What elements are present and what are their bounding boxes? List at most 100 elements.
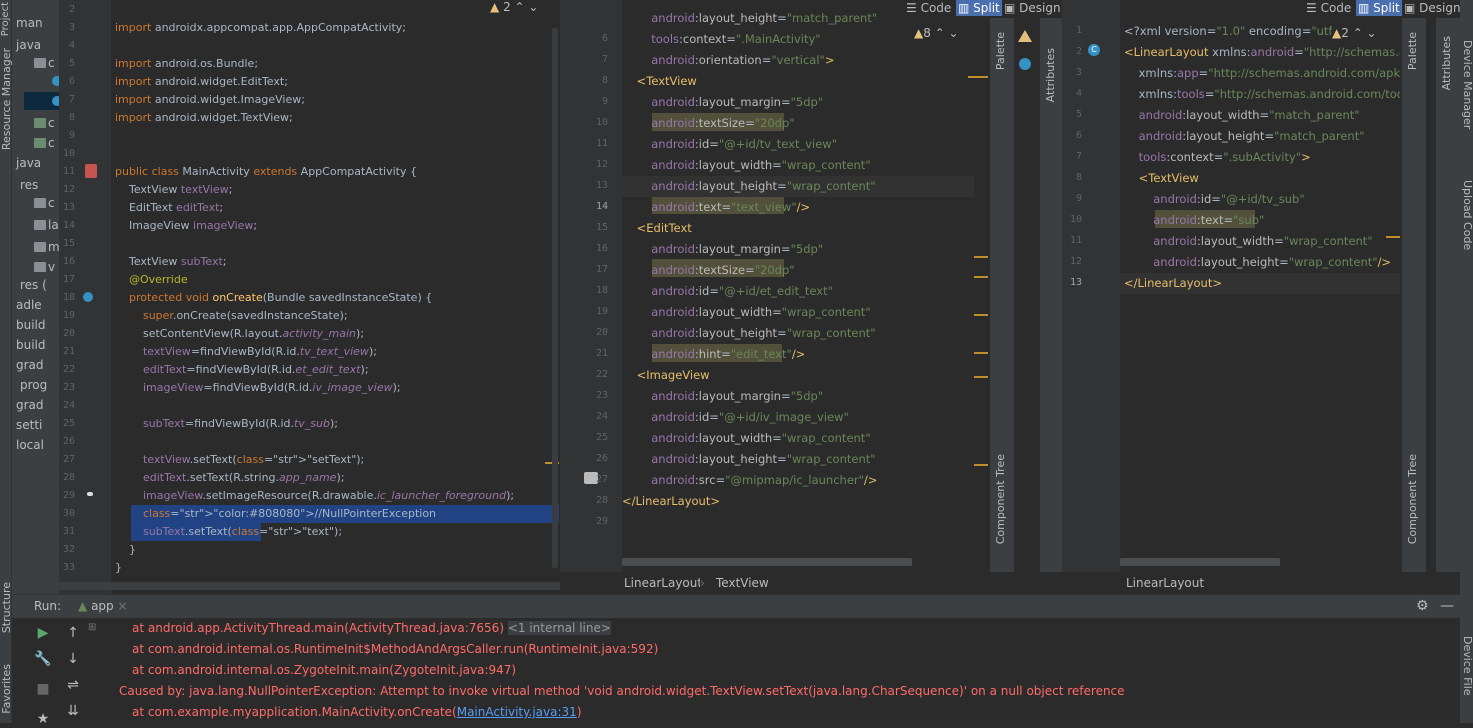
code-line: android:layout_width="wrap_content"	[651, 305, 871, 319]
minimize-icon[interactable]: —	[1440, 598, 1454, 614]
close-icon[interactable]: ×	[117, 599, 127, 613]
scroll-to-end-icon[interactable]: ⇊	[64, 702, 82, 720]
line-number: 15	[595, 221, 608, 233]
internal-line-fold[interactable]: <1 internal line>	[507, 621, 611, 635]
tree-item[interactable]: res	[12, 176, 38, 194]
editor3-breadcrumb-1[interactable]: LinearLayout	[1126, 572, 1205, 594]
warning-icon[interactable]	[1018, 30, 1032, 42]
run-console[interactable]: ▶ 🔧 ■ ★ ↑ ↓ ⇌ ⇊ ⊞ at android.app.Activit…	[12, 618, 1460, 727]
tree-item[interactable]: grad	[12, 356, 44, 374]
line-number: 8	[601, 74, 608, 86]
expand-icon[interactable]: ⊞	[88, 622, 96, 633]
code-line: android:layout_height="match_parent"	[1138, 129, 1365, 143]
left-tool-strip: Project Resource Manager Structure Favor…	[0, 0, 13, 723]
down-arrow-icon[interactable]: ↓	[64, 650, 82, 668]
palette-tool[interactable]: Palette	[994, 32, 1007, 70]
editor1-java[interactable]: ▲ 2 ⌃ ⌄ import androidx.appcompat.app.Ap…	[111, 0, 560, 594]
code-line: android:layout_width="wrap_content"	[651, 158, 871, 172]
attributes-tool[interactable]: Attributes	[1440, 36, 1453, 90]
device-manager-tool[interactable]: Device Manager	[1461, 40, 1473, 129]
source-link[interactable]: MainActivity.java:31	[457, 705, 577, 719]
code-line: android:text="sub"	[1153, 213, 1265, 227]
code-line: android:layout_width="match_parent"	[1138, 108, 1360, 122]
editor2-split-tab[interactable]: ▥ Split	[956, 0, 1002, 16]
editor2-breadcrumb-1[interactable]: LinearLayout	[624, 572, 703, 594]
stack-line: at com.android.internal.os.ZygoteInit.ma…	[132, 663, 517, 677]
code-line: setContentView(R.layout.activity_main);	[115, 327, 365, 340]
line-number: 6	[601, 32, 608, 44]
rerun-icon[interactable]: ▶	[34, 624, 52, 642]
pin-icon[interactable]: ★	[34, 710, 52, 728]
device-file-tool[interactable]: Device File	[1461, 636, 1473, 696]
android-icon: ▲	[78, 599, 88, 613]
editor3-hscroll[interactable]	[1120, 558, 1280, 566]
line-number: 20	[595, 326, 608, 338]
editor2-breadcrumb-2[interactable]: TextView	[716, 572, 769, 594]
line-number: 8	[68, 112, 75, 123]
up-arrow-icon[interactable]: ↑	[64, 624, 82, 642]
wrench-icon[interactable]: 🔧	[34, 650, 52, 668]
editor1-scrollbar[interactable]	[552, 28, 558, 568]
tree-item[interactable]: build	[12, 316, 46, 334]
tree-item[interactable]: adle	[12, 296, 42, 314]
tree-item[interactable]: man	[12, 14, 43, 32]
tree-item[interactable]: java	[12, 36, 41, 54]
code-line: </LinearLayout>	[1124, 276, 1222, 290]
tree-item[interactable]: res (	[12, 276, 47, 294]
editor2-hscroll[interactable]	[622, 558, 912, 566]
editor3-xml[interactable]: <?xml version="1.0" encoding="utf-8"?> <L…	[1120, 0, 1400, 572]
soft-wrap-icon[interactable]: ⇌	[64, 676, 82, 694]
line-number: 30	[62, 508, 75, 519]
split-tab-label: Split	[973, 1, 1000, 15]
line-number: 7	[68, 94, 75, 105]
code-line: subText=findViewById(R.id.tv_sub);	[142, 417, 338, 430]
editor3-warnings[interactable]: ▲2 ⌃ ⌄	[1332, 26, 1377, 40]
editor2-line-numbers: 6 7 8 9 10 11 12 13 14 15 16 17 18 19 20 21 22 23 24 25 26 27…	[560, 0, 622, 572]
info-icon[interactable]	[1019, 58, 1031, 70]
line-number: 24	[62, 400, 75, 411]
tree-item[interactable]: local	[12, 436, 44, 454]
gear-icon[interactable]: ⚙	[1416, 598, 1429, 614]
line-number: 14	[62, 220, 75, 231]
code-line: EditText editText;	[115, 201, 224, 214]
editor2-design-tab[interactable]: ▣ Design	[1004, 0, 1061, 16]
warning-marker	[974, 352, 988, 354]
editor1-warnings[interactable]: ▲ 2 ⌃ ⌄	[490, 0, 538, 14]
tree-item[interactable]: grad	[12, 396, 44, 414]
editor3-palette-strip: Palette Component Tree	[1402, 18, 1426, 572]
component-tree-tool[interactable]: Component Tree	[994, 454, 1007, 544]
upload-code-tool[interactable]: Upload Code	[1461, 180, 1473, 250]
tree-item[interactable]: setti	[12, 416, 42, 434]
editor3-line-numbers: 1 2 3 4 5 6 7 8 9 10 11 12 13	[1062, 0, 1120, 572]
breadcrumb-separator: ›	[700, 572, 705, 594]
line-number: 12	[62, 184, 75, 195]
editor3-split-tab[interactable]: ▥ Split	[1356, 0, 1402, 16]
code-line: android:layout_height="wrap_content"	[651, 452, 876, 466]
stop-icon[interactable]: ■	[34, 680, 52, 698]
editor3-code-tab[interactable]: ☰ Code	[1306, 0, 1351, 16]
tree-item[interactable]: build	[12, 336, 46, 354]
editor2-xml[interactable]: android:layout_height="match_parent" too…	[622, 0, 974, 572]
line-number: 12	[595, 158, 608, 170]
line-number: 11	[62, 166, 75, 177]
code-line: editText=findViewById(R.id.et_edit_text)…	[142, 363, 369, 376]
project-tool-label[interactable]: Project	[0, 2, 11, 36]
line-number: 10	[62, 148, 75, 159]
code-line: android:id="@+id/tv_sub"	[1153, 192, 1305, 206]
component-tree-tool[interactable]: Component Tree	[1406, 454, 1419, 544]
line-number: 9	[601, 95, 608, 107]
palette-tool[interactable]: Palette	[1406, 32, 1419, 70]
tree-item[interactable]: prog	[12, 376, 47, 394]
editor1-hscroll[interactable]	[30, 582, 560, 590]
editor2-warnings[interactable]: ▲8 ⌃ ⌄	[914, 26, 959, 40]
warning-marker	[974, 376, 988, 378]
editor2-code-tab[interactable]: ☰ Code	[906, 0, 951, 16]
run-tab-app[interactable]: ▲ app ×	[78, 599, 128, 613]
line-number: 29	[62, 490, 75, 501]
tree-item[interactable]: java	[12, 154, 41, 172]
code-line: android:hint="edit_text"/>	[651, 347, 806, 361]
editor3-design-tab[interactable]: ▣ Design	[1404, 0, 1461, 16]
code-line: android:layout_margin="5dp"	[651, 242, 824, 256]
line-number: 7	[601, 53, 608, 65]
editor2-markers	[974, 40, 988, 520]
